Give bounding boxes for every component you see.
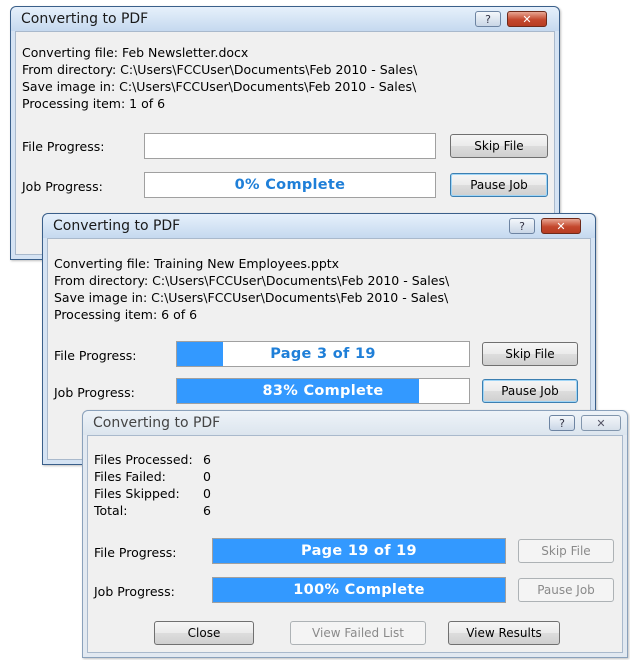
- file-progress-label: File Progress:: [22, 139, 105, 154]
- job-progress-label: Job Progress:: [22, 179, 103, 194]
- close-icon: ✕: [556, 219, 566, 233]
- file-progress-bar: [144, 133, 436, 159]
- job-progress-bar: 0% Complete: [144, 172, 436, 198]
- file-progress-label: File Progress:: [54, 348, 137, 363]
- save-image-text: Save image in: C:\Users\FCCUser\Document…: [54, 290, 449, 305]
- close-window-button[interactable]: ✕: [507, 11, 547, 27]
- file-progress-bar: Page 19 of 19: [212, 538, 506, 564]
- pause-job-button[interactable]: Pause Job: [518, 578, 614, 602]
- close-icon: ✕: [596, 416, 606, 430]
- files-failed-value: 0: [203, 469, 211, 484]
- close-window-button[interactable]: ✕: [541, 218, 581, 234]
- help-button[interactable]: ?: [475, 11, 501, 27]
- question-icon: ?: [485, 12, 491, 26]
- skip-file-button[interactable]: Skip File: [518, 539, 614, 563]
- progress-text: Page 19 of 19: [301, 543, 417, 559]
- view-failed-list-button[interactable]: View Failed List: [290, 621, 426, 645]
- converting-dialog-3: Converting to PDF ? ✕ Files Processed: 6…: [82, 410, 628, 658]
- close-icon: ✕: [522, 12, 532, 26]
- total-label: Total:: [94, 503, 128, 518]
- converting-file-text: Converting file: Training New Employees.…: [54, 256, 340, 271]
- files-failed-label: Files Failed:: [94, 469, 166, 484]
- pause-job-button[interactable]: Pause Job: [450, 173, 548, 197]
- save-image-text: Save image in: C:\Users\FCCUser\Document…: [22, 79, 417, 94]
- files-processed-label: Files Processed:: [94, 452, 193, 467]
- progress-text: 0% Complete: [234, 177, 346, 193]
- title-bar[interactable]: Converting to PDF ? ✕: [43, 214, 595, 238]
- converting-file-text: Converting file: Feb Newsletter.docx: [22, 45, 249, 60]
- processing-item-text: Processing item: 6 of 6: [54, 307, 198, 322]
- progress-text: [145, 134, 435, 158]
- pause-job-button[interactable]: Pause Job: [482, 379, 578, 403]
- job-progress-bar: 100% Complete: [212, 577, 506, 603]
- file-progress-bar: Page 3 of 19: [176, 341, 470, 367]
- files-processed-value: 6: [203, 452, 211, 467]
- job-progress-label: Job Progress:: [54, 385, 135, 400]
- total-value: 6: [203, 503, 211, 518]
- files-skipped-value: 0: [203, 486, 211, 501]
- view-results-button[interactable]: View Results: [448, 621, 560, 645]
- progress-text: 83% Complete: [262, 383, 384, 399]
- question-icon: ?: [559, 416, 565, 430]
- file-progress-label: File Progress:: [94, 545, 177, 560]
- progress-text: 100% Complete: [293, 582, 425, 598]
- close-button[interactable]: Close: [154, 621, 254, 645]
- files-skipped-label: Files Skipped:: [94, 486, 180, 501]
- skip-file-button[interactable]: Skip File: [450, 134, 548, 158]
- title-bar[interactable]: Converting to PDF ? ✕: [11, 7, 559, 31]
- question-icon: ?: [519, 219, 525, 233]
- dialog-title: Converting to PDF: [21, 11, 149, 27]
- close-window-button[interactable]: ✕: [581, 415, 621, 431]
- progress-text: Page 3 of 19: [270, 346, 376, 362]
- dialog-title: Converting to PDF: [93, 415, 221, 431]
- help-button[interactable]: ?: [549, 415, 575, 431]
- dialog-title: Converting to PDF: [53, 218, 181, 234]
- from-directory-text: From directory: C:\Users\FCCUser\Documen…: [22, 62, 418, 77]
- job-progress-bar: 83% Complete: [176, 378, 470, 404]
- from-directory-text: From directory: C:\Users\FCCUser\Documen…: [54, 273, 450, 288]
- dialog-body: Files Processed: 6 Files Failed: 0 Files…: [87, 435, 623, 653]
- job-progress-label: Job Progress:: [94, 584, 175, 599]
- help-button[interactable]: ?: [509, 218, 535, 234]
- skip-file-button[interactable]: Skip File: [482, 342, 578, 366]
- processing-item-text: Processing item: 1 of 6: [22, 96, 166, 111]
- title-bar[interactable]: Converting to PDF ? ✕: [83, 411, 627, 435]
